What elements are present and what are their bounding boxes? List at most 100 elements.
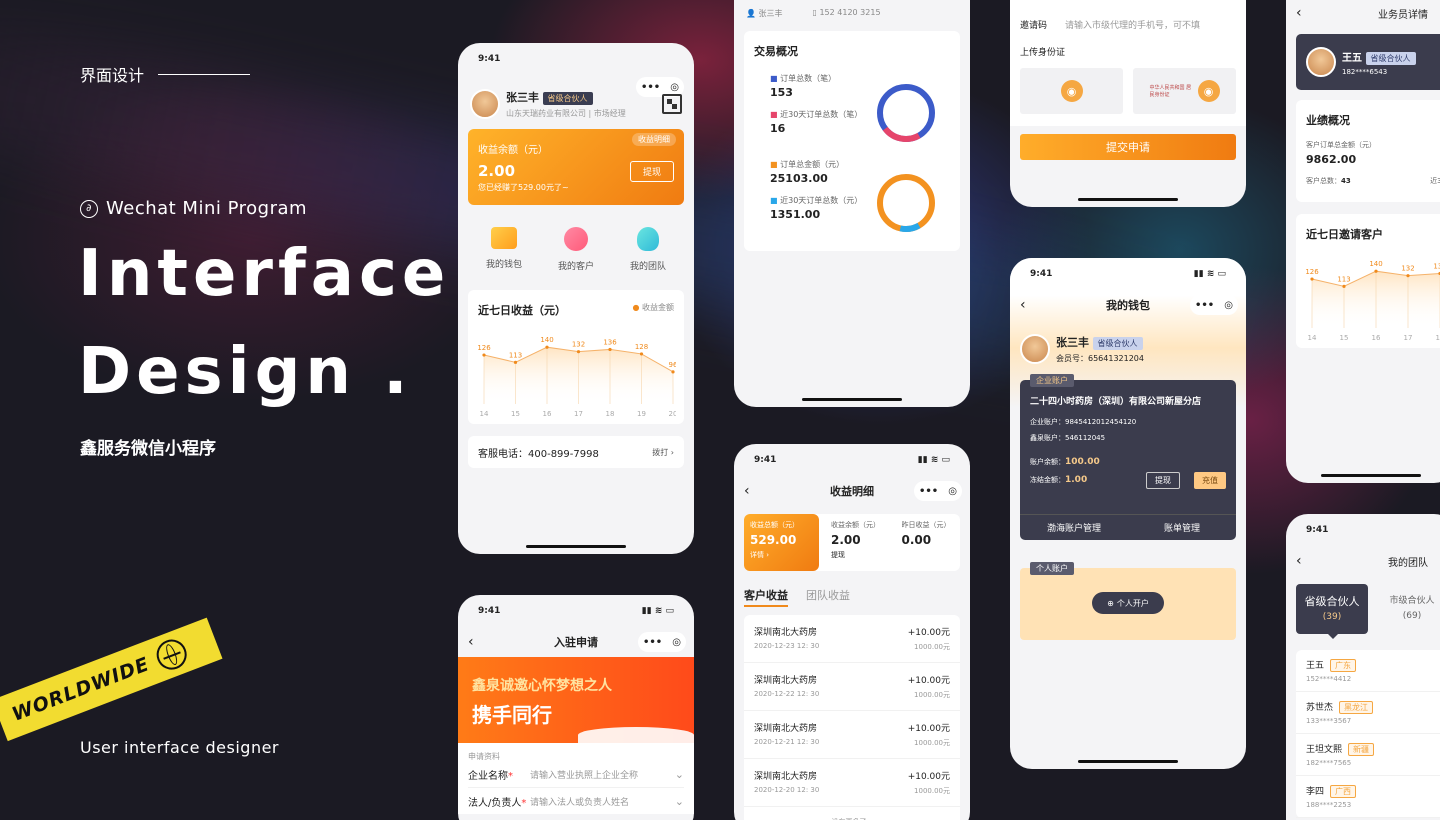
miniprogram-capsule[interactable]: ••• ◎ [1190, 295, 1238, 315]
income-detail-tag[interactable]: 收益明细 [632, 133, 676, 146]
order-amount: 9862.00 [1306, 153, 1357, 166]
tab-team-income[interactable]: 团队收益 [806, 587, 850, 607]
back-icon[interactable]: ‹ [468, 634, 474, 650]
income-row[interactable]: 深圳南北大药房 2020-12-23 12: 30 +10.00元 1000.00元 [744, 615, 960, 663]
data-label: 132 [572, 341, 585, 349]
balance-card: 收益明细 收益余额（元） 2.00 您已经赚了529.00元了~ 提现 [468, 129, 684, 205]
x-tick-label: 17 [574, 410, 583, 418]
enterprise-account: 企业账户：9845412012454120 [1030, 418, 1137, 426]
wallet-screen: 9:41 ▮▮ ≋ ▭ ‹ 我的钱包 ••• ◎ 张三丰 省级合伙人 会员号：65641… [1010, 258, 1246, 769]
withdraw-button[interactable]: 提现 [1146, 472, 1180, 489]
account-balance: 100.00 [1065, 457, 1100, 467]
income-row[interactable]: 深圳南北大药房 2020-12-20 12: 30 +10.00元 1000.00元 [744, 759, 960, 807]
idcard-back-upload[interactable]: 中华人民共和国 居民身份证 ◉ [1133, 68, 1236, 114]
company-name-field[interactable]: 企业名称* 请输入营业执照上企业全称 ⌄ [468, 762, 684, 788]
x-tick-label: 14 [1308, 334, 1317, 342]
back-icon[interactable]: ‹ [1296, 553, 1302, 569]
withdraw-button[interactable]: 提现 [629, 161, 674, 182]
x-tick-label: 18 [606, 410, 615, 418]
designer-label: User interface designer [80, 738, 279, 757]
dial-link[interactable]: 拨打 › [652, 447, 674, 458]
personal-tag: 个人账户 [1030, 562, 1074, 575]
open-account-button[interactable]: ⊕ 个人开户 [1092, 592, 1164, 614]
donut-segment [877, 174, 935, 232]
member-item[interactable]: 苏世杰 黑龙江 133****3567 [1296, 692, 1440, 734]
x-tick-label: 18 [1436, 334, 1440, 342]
avatar [1306, 47, 1336, 77]
x-tick-label: 20 [669, 410, 676, 418]
chart-title: 近七日收益（元） [478, 304, 566, 317]
status-bar: 9:41 [478, 54, 501, 64]
menu-item-customers[interactable]: 我的客户 [558, 227, 594, 272]
x-tick-label: 19 [637, 410, 646, 418]
chart-point [671, 370, 675, 374]
company-label: 山东天瑞药业有限公司 | 市场经理 [506, 109, 626, 118]
section-title: 界面设计 [80, 62, 251, 86]
home-indicator [802, 398, 902, 401]
tab-customer-income[interactable]: 客户收益 [744, 587, 788, 607]
invite-field[interactable]: 邀请码 请输入市级代理的手机号，可不填 [1020, 18, 1236, 31]
submit-button[interactable]: 提交申请 [1020, 134, 1236, 160]
team-icon [636, 227, 659, 251]
data-label: 113 [1337, 275, 1350, 283]
home-indicator [526, 545, 626, 548]
member-item[interactable]: 王五 广东 152****4412 [1296, 650, 1440, 692]
staff-detail-screen: ‹ 业务员详情 王五 省级合伙人 182****6543 业绩概况 客户订单总金额（… [1286, 0, 1440, 483]
menu-item-team[interactable]: 我的团队 [630, 227, 666, 272]
no-more-text: 没有更多了~ [744, 807, 960, 820]
total-income-box[interactable]: 收益总额（元） 529.00 详情 › [744, 514, 819, 571]
status-bar: 9:41 ▮▮ ≋ ▭ [754, 455, 950, 465]
legal-person-field[interactable]: 法人/负责人* 请输入法人或负责人姓名 ⌄ [468, 788, 684, 814]
menu-item-wallet[interactable]: 我的钱包 [486, 227, 522, 272]
income-row[interactable]: 深圳南北大药房 2020-12-22 12: 30 +10.00元 1000.00元 [744, 663, 960, 711]
withdraw-link[interactable]: 提现 [831, 550, 882, 560]
data-label: 126 [477, 344, 491, 352]
service-phone: 客服电话：400-899-7998 [478, 448, 599, 460]
member-item[interactable]: 李四 广西 188****2253 [1296, 776, 1440, 818]
navbar: ‹ 我的钱包 ••• ◎ [1010, 290, 1246, 320]
navbar: ‹ 业务员详情 [1286, 0, 1440, 28]
globe-icon [152, 635, 192, 674]
back-icon[interactable]: ‹ [744, 483, 750, 499]
chart-point [1342, 284, 1346, 288]
level-badge: 省级合伙人 [1092, 337, 1143, 350]
idcard-front-upload[interactable]: ◉ [1020, 68, 1123, 114]
miniprogram-capsule[interactable]: ••• ◎ [914, 481, 962, 501]
region-tag: 广东 [1330, 659, 1357, 672]
data-label: 126 [1305, 268, 1319, 276]
back-icon[interactable]: ‹ [1296, 5, 1302, 21]
home-screen: 9:41 ••• ◎ 张三丰 省级合伙人 山东天瑞药业有限公司 | 市场经理 收益… [458, 43, 694, 554]
camera-icon: ◉ [1060, 80, 1083, 102]
chart-point [608, 347, 612, 352]
xinquan-account: 鑫泉账户：546112045 [1030, 434, 1106, 442]
signal-icons: ▮▮ ≋ ▭ [1193, 269, 1226, 279]
income-chart-card: 近七日收益（元） ● 收益金额 126 14 113 15 140 16 132 17 136 18… [468, 290, 684, 424]
banner-line2: 携手同行 [472, 703, 552, 727]
service-row[interactable]: 客服电话：400-899-7998 拨打 › [468, 436, 684, 468]
member-item[interactable]: 王坦文熙 新疆 182****7565 [1296, 734, 1440, 776]
x-tick-label: 16 [1372, 334, 1381, 342]
income-row[interactable]: 深圳南北大药房 2020-12-21 12: 30 +10.00元 1000.00元 [744, 711, 960, 759]
staff-phone: 182****6543 [1342, 67, 1388, 76]
qrcode-icon[interactable] [662, 94, 682, 114]
recharge-button[interactable]: 充值 [1194, 472, 1226, 489]
bill-manage-link[interactable]: 账单管理 [1128, 515, 1236, 540]
chart-point [513, 360, 518, 364]
bohai-account-link[interactable]: 渤海账户管理 [1020, 515, 1128, 540]
tab-provincial[interactable]: 省级合伙人 (39) [1296, 584, 1368, 639]
income-balance: 2.00 [831, 533, 861, 547]
x-tick-label: 16 [543, 410, 552, 418]
back-icon[interactable]: ‹ [1020, 297, 1026, 313]
miniprogram-capsule[interactable]: ••• ◎ [638, 632, 686, 652]
apply-banner: 鑫泉诚邀心怀梦想之人 携手同行 [458, 657, 694, 743]
chart-point [639, 352, 644, 356]
x-tick-label: 15 [511, 410, 520, 418]
banner-line1: 鑫泉诚邀心怀梦想之人 [472, 678, 612, 694]
trade-card: 交易概况 ■ 订单总数（笔） 153 ■ 近30天订单总数（笔） 16 ■ 订单… [744, 31, 960, 251]
income-line-chart: 126 14 113 15 140 16 132 17 136 18 128 19 96 20 [477, 336, 676, 418]
navbar: ‹ 我的团队 [1286, 546, 1440, 576]
tab-city[interactable]: 市级合伙人 (69) [1368, 584, 1440, 634]
team-tabs: 省级合伙人 (39) 市级合伙人 (69) [1296, 584, 1440, 639]
data-label: 113 [509, 351, 522, 359]
contact-row: 👤 张三丰 ▯ 152 4120 3215 [746, 8, 881, 18]
